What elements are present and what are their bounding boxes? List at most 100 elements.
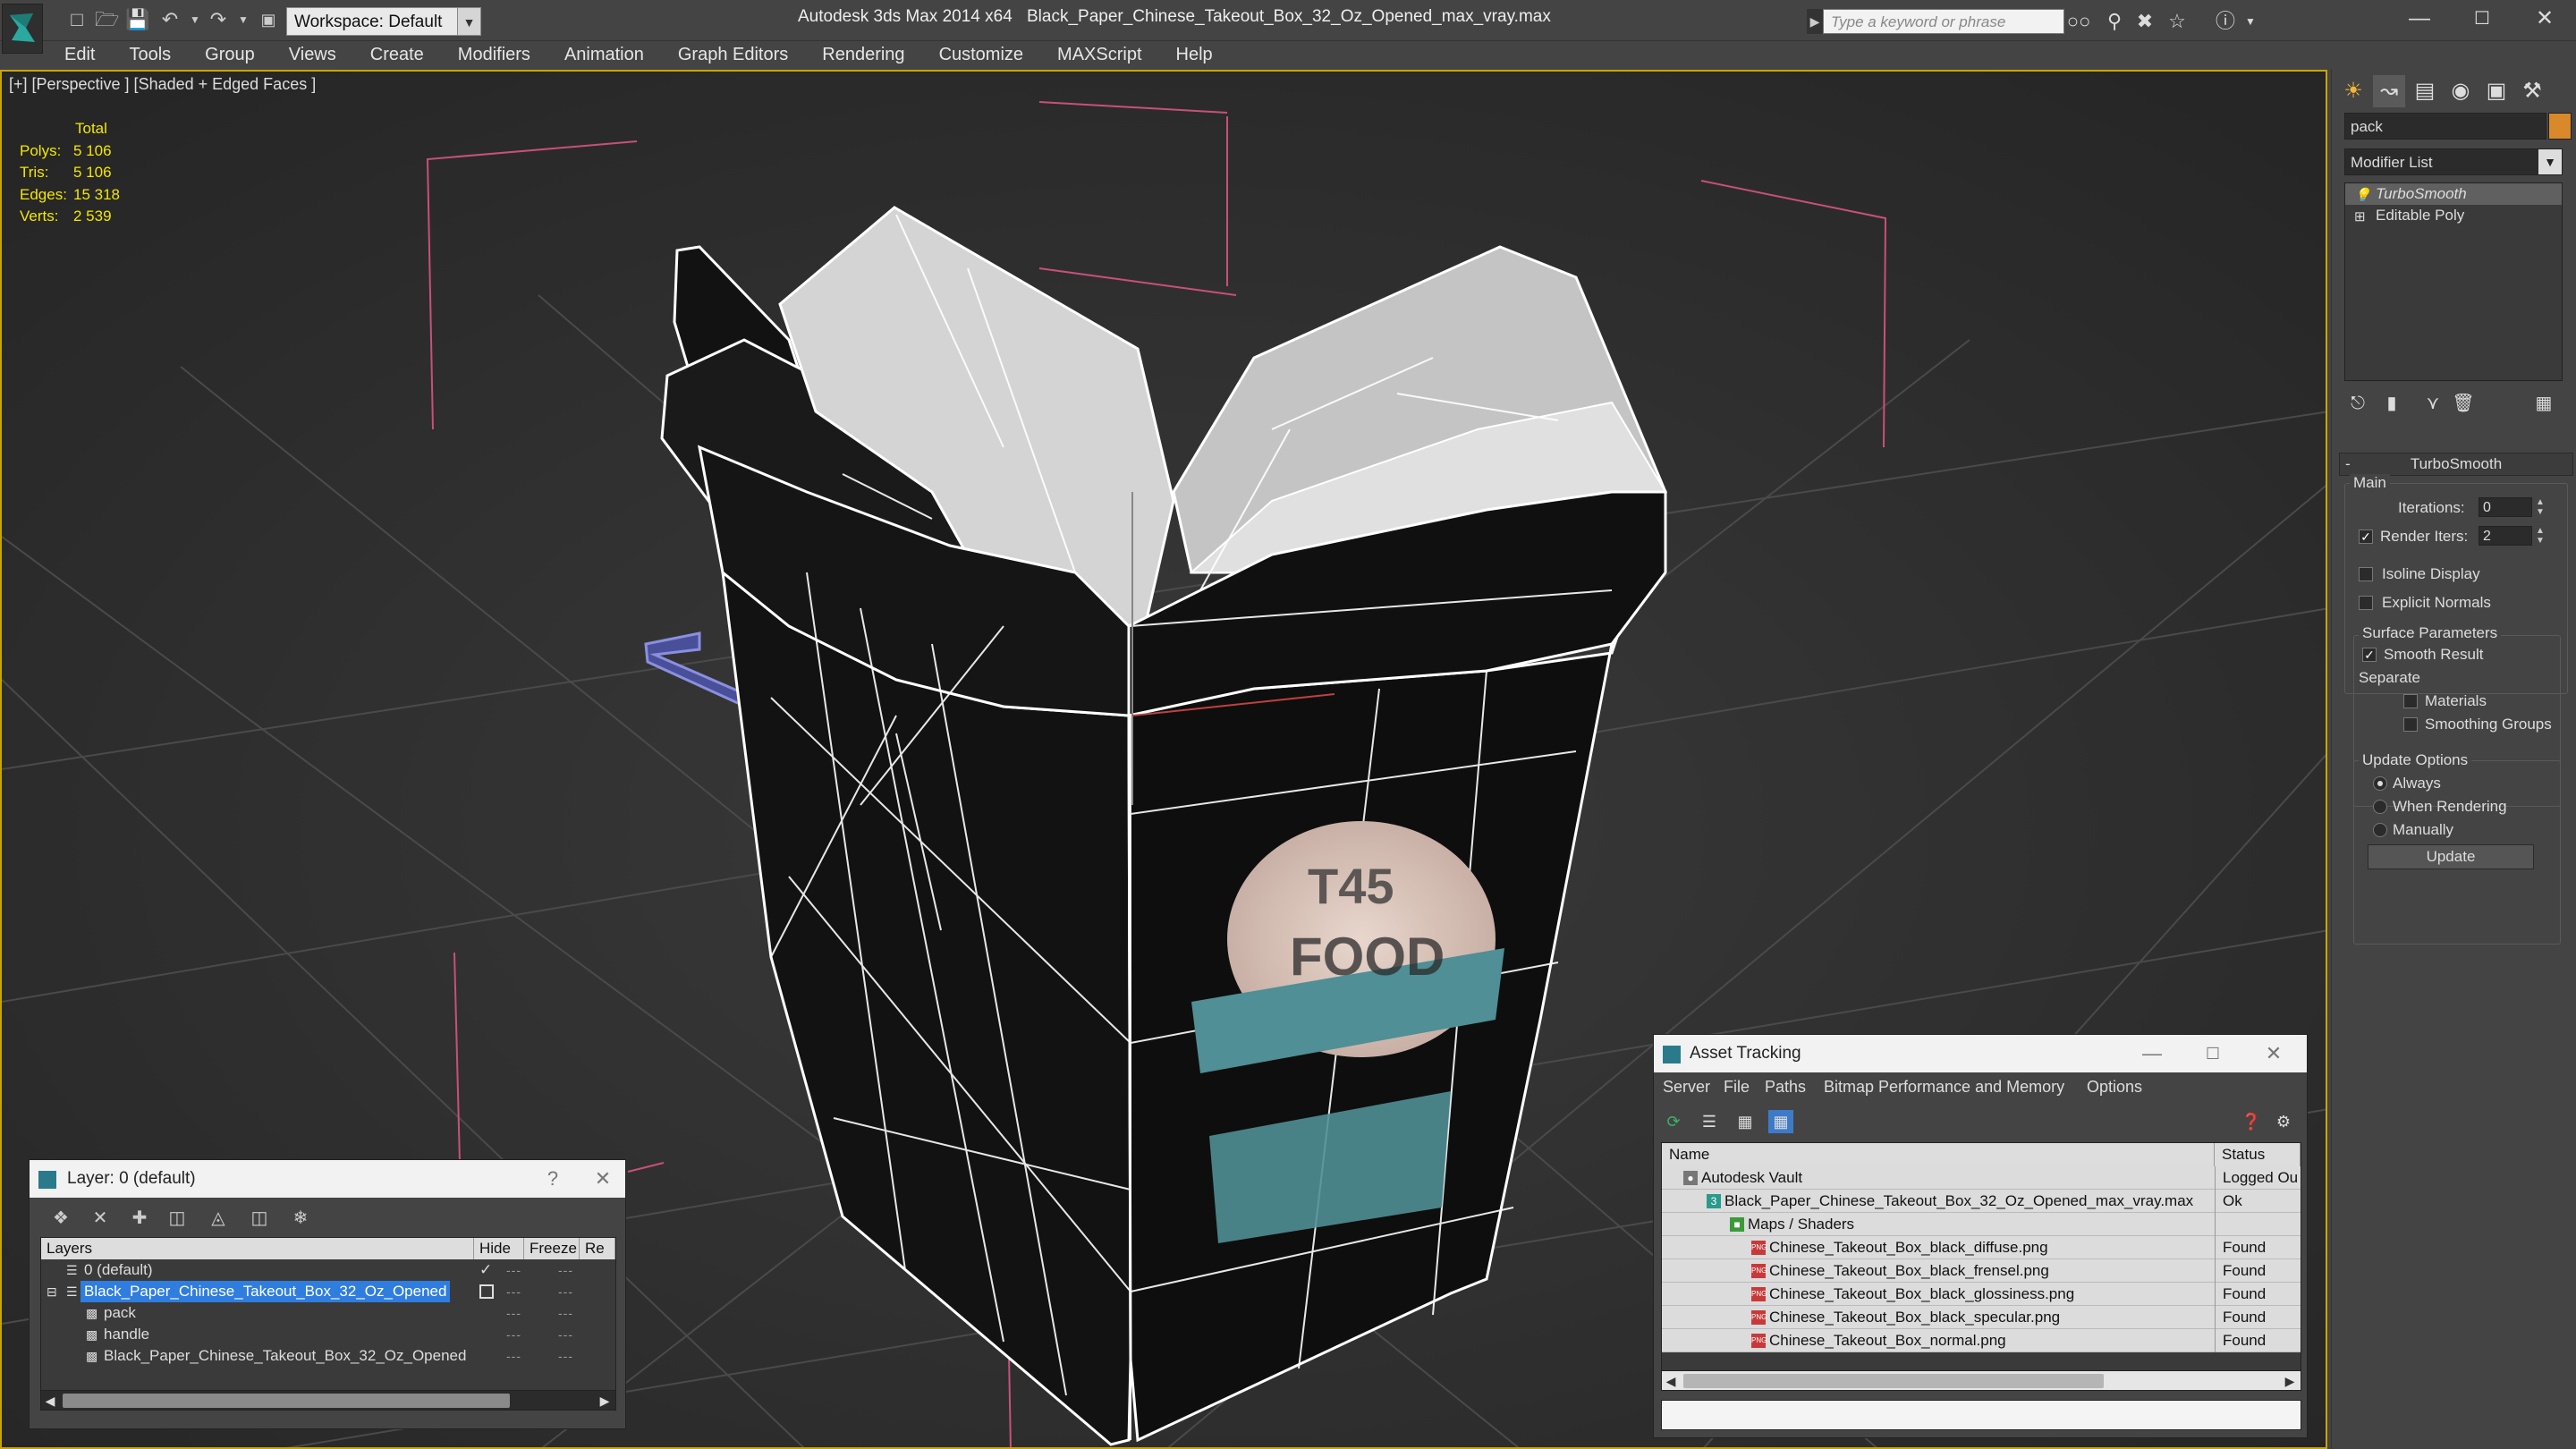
layer-row[interactable]: ▩ pack --- --- <box>41 1302 615 1324</box>
freeze-toggle[interactable]: --- <box>558 1259 573 1281</box>
name-column-header[interactable]: Name <box>1662 1143 2215 1166</box>
menu-tools[interactable]: Tools <box>107 41 183 68</box>
show-end-result-icon[interactable]: ▮ <box>2378 390 2405 417</box>
menu-group[interactable]: Group <box>183 41 267 68</box>
scroll-left-icon[interactable]: ◀ <box>1662 1371 1680 1391</box>
display-tab-icon[interactable]: ▣ <box>2480 75 2512 107</box>
freeze-toggle[interactable]: --- <box>558 1345 573 1367</box>
minimize-icon[interactable]: — <box>2388 0 2451 39</box>
search-expand-icon[interactable]: ▶ <box>1807 9 1823 34</box>
modify-tab-icon[interactable]: ↝ <box>2373 75 2405 107</box>
help-icon[interactable]: ⓘ <box>2213 9 2238 34</box>
horizontal-scrollbar[interactable]: ◀ ▶ <box>1662 1370 2301 1390</box>
motion-tab-icon[interactable]: ◉ <box>2445 75 2477 107</box>
scroll-right-icon[interactable]: ▶ <box>2281 1371 2299 1391</box>
binoculars-icon[interactable]: ○○ <box>2066 9 2091 34</box>
menu-edit[interactable]: Edit <box>43 41 107 68</box>
minimize-icon[interactable]: — <box>2130 1035 2174 1072</box>
asset-row[interactable]: ● Autodesk Vault Logged Ou <box>1662 1166 2301 1190</box>
maximize-icon[interactable]: ☐ <box>2190 1035 2235 1072</box>
favorites-star-icon[interactable]: ☆ <box>2165 9 2190 34</box>
layer-row[interactable]: ▩ handle --- --- <box>41 1324 615 1345</box>
freeze-all-layers-icon[interactable]: ❄ <box>287 1207 314 1230</box>
scroll-left-icon[interactable]: ◀ <box>41 1391 59 1411</box>
layer-dialog-titlebar[interactable]: Layer: 0 (default) ? ✕ <box>30 1160 625 1198</box>
expand-plus-icon[interactable]: ⊞ <box>2354 207 2366 228</box>
viewport-label[interactable]: [+] [Perspective ] [Shaded + Edged Faces… <box>9 75 316 94</box>
menu-help[interactable]: Help <box>1155 41 1225 68</box>
stack-item-turbosmooth[interactable]: 💡 TurboSmooth <box>2345 183 2562 205</box>
help-icon[interactable]: ❓ <box>2239 1110 2264 1133</box>
close-icon[interactable]: ✕ <box>2251 1035 2296 1072</box>
table-view-icon[interactable]: ▦ <box>1768 1110 1793 1133</box>
freeze-toggle[interactable]: --- <box>558 1281 573 1302</box>
hide-toggle[interactable]: --- <box>506 1259 521 1281</box>
create-layer-icon[interactable]: ❖ <box>47 1207 74 1230</box>
scrollbar-thumb[interactable] <box>63 1394 510 1408</box>
menu-views[interactable]: Views <box>267 41 349 68</box>
add-to-layer-icon[interactable]: ✚ <box>126 1207 153 1230</box>
select-objects-icon[interactable]: ◫ <box>164 1207 191 1230</box>
layer-row[interactable]: ▩ Black_Paper_Chinese_Takeout_Box_32_Oz_… <box>41 1345 615 1367</box>
hide-toggle[interactable]: --- <box>506 1281 521 1302</box>
undo-dropdown-icon[interactable]: ▼ <box>184 9 206 30</box>
freeze-column-header[interactable]: Freeze <box>524 1238 580 1259</box>
explicit-normals-checkbox[interactable] <box>2359 596 2373 610</box>
asset-tracking-titlebar[interactable]: Asset Tracking — ☐ ✕ <box>1654 1035 2307 1072</box>
redo-dropdown-icon[interactable]: ▼ <box>233 9 254 30</box>
close-icon[interactable]: ✕ <box>2513 0 2576 39</box>
spinner-arrows-icon[interactable]: ▲ ▼ <box>2534 526 2546 546</box>
render-column-header[interactable]: Re <box>580 1238 615 1259</box>
layer-row[interactable]: ⊟ ☰ Black_Paper_Chinese_Takeout_Box_32_O… <box>41 1281 615 1302</box>
app-menu-button[interactable] <box>2 4 43 54</box>
menu-options[interactable]: Options <box>2087 1072 2142 1101</box>
horizontal-scrollbar[interactable]: ◀ ▶ <box>41 1390 615 1410</box>
freeze-toggle[interactable]: --- <box>558 1324 573 1345</box>
close-icon[interactable]: ✕ <box>580 1160 625 1198</box>
asset-row[interactable]: PNG Chinese_Takeout_Box_black_glossiness… <box>1662 1283 2301 1306</box>
subscription-icon[interactable]: ⚲ <box>2102 9 2127 34</box>
manually-radio[interactable] <box>2373 823 2387 837</box>
freeze-toggle[interactable]: --- <box>558 1302 573 1324</box>
utilities-tab-icon[interactable]: ⚒ <box>2516 75 2548 107</box>
hide-toggle[interactable]: --- <box>506 1324 521 1345</box>
always-radio[interactable] <box>2373 776 2387 791</box>
asset-row[interactable]: PNG Chinese_Takeout_Box_normal.png Found <box>1662 1329 2301 1352</box>
status-column-header[interactable]: Status <box>2215 1143 2301 1166</box>
asset-row[interactable]: 3 Black_Paper_Chinese_Takeout_Box_32_Oz_… <box>1662 1190 2301 1213</box>
project-folder-icon[interactable]: ▣ <box>258 9 279 30</box>
hide-toggle[interactable]: --- <box>506 1345 521 1367</box>
help-options-icon[interactable]: ⚙ <box>2271 1110 2296 1133</box>
hierarchy-tab-icon[interactable]: ▤ <box>2409 75 2441 107</box>
when-rendering-radio[interactable] <box>2373 800 2387 814</box>
delete-layer-icon[interactable]: ✕ <box>87 1207 114 1230</box>
object-color-swatch[interactable] <box>2548 113 2572 140</box>
highlight-layer-icon[interactable]: ◬ <box>205 1207 232 1230</box>
materials-checkbox[interactable] <box>2403 694 2418 708</box>
save-file-icon[interactable]: 💾 <box>125 9 149 30</box>
list-view-icon[interactable]: ☰ <box>1697 1110 1722 1133</box>
help-icon[interactable]: ? <box>530 1160 575 1198</box>
hide-all-layers-icon[interactable]: ◫ <box>246 1207 273 1230</box>
redo-icon[interactable]: ↷ <box>208 9 229 30</box>
menu-modifiers[interactable]: Modifiers <box>436 41 543 68</box>
iterations-spinner[interactable]: 0 <box>2479 497 2532 517</box>
thumbnail-view-icon[interactable]: ▦ <box>1733 1110 1758 1133</box>
stack-item-editable-poly[interactable]: ⊞ Editable Poly <box>2345 205 2562 226</box>
menu-graph-editors[interactable]: Graph Editors <box>657 41 801 68</box>
isoline-display-checkbox[interactable] <box>2359 567 2373 581</box>
collapse-minus-icon[interactable]: ⊟ <box>47 1281 57 1302</box>
layers-column-header[interactable]: Layers <box>41 1238 474 1259</box>
asset-row[interactable]: PNG Chinese_Takeout_Box_black_frensel.pn… <box>1662 1259 2301 1283</box>
hide-column-header[interactable]: Hide <box>474 1238 524 1259</box>
hide-toggle[interactable]: --- <box>506 1302 521 1324</box>
asset-row[interactable]: PNG Chinese_Takeout_Box_black_specular.p… <box>1662 1306 2301 1329</box>
object-name-field[interactable]: pack <box>2344 113 2546 140</box>
menu-maxscript[interactable]: MAXScript <box>1036 41 1154 68</box>
pin-stack-icon[interactable]: ⎋ <box>2344 390 2371 417</box>
scrollbar-thumb[interactable] <box>1683 1374 2104 1388</box>
maximize-icon[interactable]: ☐ <box>2451 0 2513 39</box>
menu-rendering[interactable]: Rendering <box>801 41 917 68</box>
open-file-icon[interactable]: 🗁 <box>95 9 119 30</box>
undo-icon[interactable]: ↶ <box>159 9 181 30</box>
